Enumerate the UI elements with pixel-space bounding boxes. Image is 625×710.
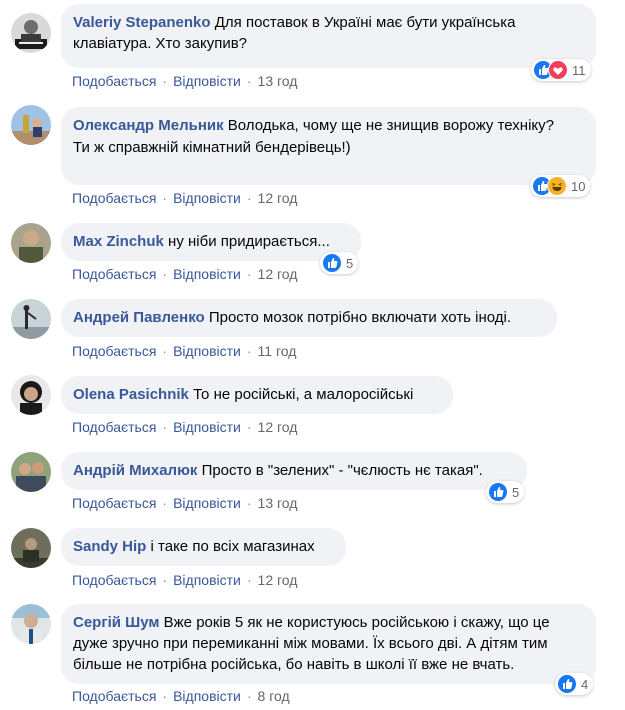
like-button[interactable]: Подобається: [72, 190, 156, 206]
comment-time[interactable]: 13 год: [258, 495, 298, 511]
reaction-count: 5: [346, 255, 354, 271]
like-button[interactable]: Подобається: [72, 419, 156, 435]
love-icon: [548, 60, 568, 80]
comment-bubble: Андрій Михалюк Просто в "зелених" - "чєл…: [61, 452, 527, 490]
reactions-summary[interactable]: 10: [530, 175, 591, 197]
reaction-count: 5: [512, 484, 520, 500]
comment-bubble: Sandy Hip і таке по всіх магазинах: [61, 528, 346, 566]
reply-button[interactable]: Відповісти: [173, 343, 241, 359]
comment-author[interactable]: Олександр Мельник: [73, 117, 224, 134]
avatar[interactable]: [11, 604, 51, 644]
separator: ·: [162, 688, 168, 704]
reply-button[interactable]: Відповісти: [173, 572, 241, 588]
separator: ·: [162, 572, 168, 588]
comment-author[interactable]: Андрій Михалюк: [73, 462, 197, 479]
comment-bubble: Сергій Шум Вже років 5 як не користуюсь …: [61, 604, 596, 684]
like-button[interactable]: Подобається: [72, 343, 156, 359]
like-button[interactable]: Подобається: [72, 266, 156, 282]
avatar[interactable]: [11, 375, 51, 415]
comment-bubble: Олександр Мельник Володька, чому ще не з…: [61, 107, 596, 185]
comment-time[interactable]: 8 год: [258, 688, 290, 704]
reaction-count: 4: [581, 676, 589, 692]
like-button[interactable]: Подобається: [72, 495, 156, 511]
separator: ·: [162, 73, 168, 89]
reactions-summary[interactable]: 5: [486, 481, 525, 503]
reaction-count: 11: [572, 62, 586, 78]
like-icon: [557, 674, 577, 694]
like-icon: [322, 253, 342, 273]
comment-actions: Подобається · Відповісти · 12 год: [72, 265, 297, 283]
reply-button[interactable]: Відповісти: [173, 419, 241, 435]
comment-text: і таке по всіх магазинах: [150, 538, 315, 555]
comment-actions: Подобається · Відповісти · 12 год: [72, 571, 297, 589]
comment-actions: Подобається · Відповісти · 13 год: [72, 72, 297, 90]
reply-button[interactable]: Відповісти: [173, 266, 241, 282]
avatar[interactable]: [11, 452, 51, 492]
reply-button[interactable]: Відповісти: [173, 190, 241, 206]
separator: ·: [246, 688, 252, 704]
comment-bubble: Valeriy Stepanenko Для поставок в Україн…: [61, 4, 596, 68]
separator: ·: [246, 190, 252, 206]
comment-time[interactable]: 12 год: [258, 190, 298, 206]
comment-time[interactable]: 12 год: [258, 419, 298, 435]
comment-bubble: Olena Pasichnik То не російські, а малор…: [61, 376, 453, 414]
comment-text: То не російські, а малоросійські: [193, 386, 414, 403]
reply-button[interactable]: Відповісти: [173, 73, 241, 89]
reactions-summary[interactable]: 5: [320, 252, 359, 274]
comment-author[interactable]: Max Zinchuk: [73, 233, 164, 250]
avatar[interactable]: [11, 105, 51, 145]
separator: ·: [246, 419, 252, 435]
comment-time[interactable]: 11 год: [258, 343, 297, 359]
comment-actions: Подобається · Відповісти · 11 год: [72, 342, 296, 360]
separator: ·: [162, 190, 168, 206]
avatar[interactable]: [11, 528, 51, 568]
comment-bubble: Max Zinchuk ну ніби придирається...: [61, 223, 361, 261]
comment-actions: Подобається · Відповісти · 12 год: [72, 189, 297, 207]
comment-author[interactable]: Сергій Шум: [73, 614, 159, 631]
like-button[interactable]: Подобається: [72, 73, 156, 89]
haha-icon: [547, 176, 567, 196]
comment-author[interactable]: Valeriy Stepanenko: [73, 14, 211, 31]
separator: ·: [246, 266, 252, 282]
like-button[interactable]: Подобається: [72, 688, 156, 704]
avatar[interactable]: [11, 223, 51, 263]
reactions-summary[interactable]: 4: [555, 673, 594, 695]
separator: ·: [162, 495, 168, 511]
comment-actions: Подобається · Відповісти · 13 год: [72, 494, 297, 512]
avatar[interactable]: [11, 299, 51, 339]
separator: ·: [162, 419, 168, 435]
comment-author[interactable]: Olena Pasichnik: [73, 386, 189, 403]
comment-author[interactable]: Sandy Hip: [73, 538, 146, 555]
separator: ·: [162, 266, 168, 282]
separator: ·: [246, 73, 252, 89]
reply-button[interactable]: Відповісти: [173, 495, 241, 511]
comment-time[interactable]: 12 год: [258, 572, 298, 588]
comment-bubble: Андрей Павленко Просто мозок потрібно вк…: [61, 299, 557, 337]
like-button[interactable]: Подобається: [72, 572, 156, 588]
reply-button[interactable]: Відповісти: [173, 688, 241, 704]
comment-text: Просто мозок потрібно включати хоть інод…: [208, 309, 512, 326]
comment-text: ну ніби придирається...: [168, 233, 330, 250]
reaction-count: 10: [571, 178, 586, 194]
separator: ·: [162, 343, 168, 359]
separator: ·: [246, 343, 252, 359]
comment-time[interactable]: 12 год: [258, 266, 298, 282]
comment-text: Просто в "зелених" - "чєлюсть нє такая".: [201, 462, 483, 479]
comment-actions: Подобається · Відповісти · 8 год: [72, 687, 290, 705]
reactions-summary[interactable]: 11: [531, 59, 591, 81]
avatar[interactable]: [11, 13, 51, 53]
comment-actions: Подобається · Відповісти · 12 год: [72, 418, 297, 436]
comment-time[interactable]: 13 год: [258, 73, 298, 89]
separator: ·: [246, 495, 252, 511]
like-icon: [488, 482, 508, 502]
comment-author[interactable]: Андрей Павленко: [73, 309, 205, 326]
separator: ·: [246, 572, 252, 588]
